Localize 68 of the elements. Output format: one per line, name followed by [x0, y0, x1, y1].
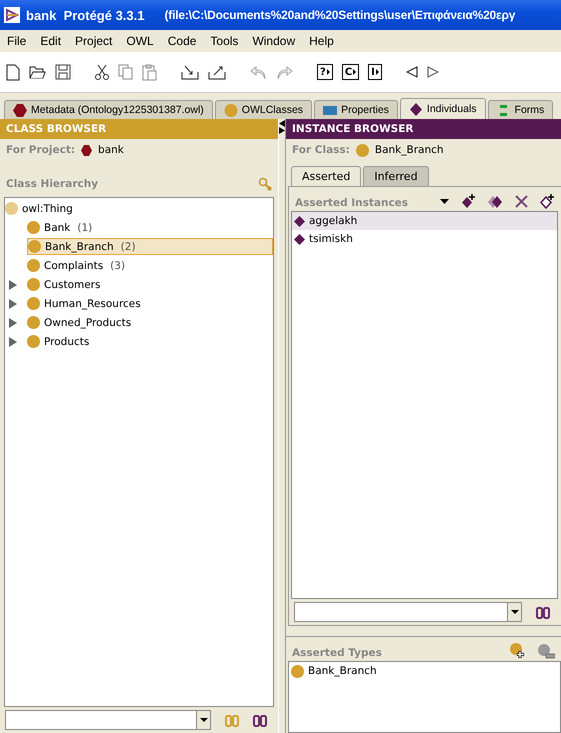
- project-name: bank: [98, 144, 124, 156]
- tree-item[interactable]: owl:Thing: [5, 200, 77, 217]
- window-title: bank Protégé 3.3.1: [26, 8, 144, 22]
- tab[interactable]: Properties: [314, 100, 398, 119]
- collapse-arrows-icon[interactable]: [279, 120, 285, 134]
- import-icon[interactable]: [181, 64, 199, 80]
- expand-arrow-icon[interactable]: [9, 298, 17, 308]
- expand-arrow-icon[interactable]: [9, 280, 17, 290]
- instance-item[interactable]: tsimiskh: [292, 230, 557, 248]
- create-instance-icon[interactable]: [461, 194, 476, 209]
- menu-item[interactable]: Edit: [35, 34, 66, 48]
- query-button[interactable]: ?: [317, 64, 333, 80]
- panel-header: CLASS BROWSER: [0, 119, 278, 139]
- instance-outline-icon[interactable]: [540, 194, 555, 209]
- menu-item[interactable]: Tools: [205, 34, 244, 48]
- app-logo-icon: [4, 7, 20, 23]
- copy-icon[interactable]: [118, 64, 133, 80]
- menu-item[interactable]: File: [2, 34, 32, 48]
- tab[interactable]: Metadata (Ontology1225301387.owl): [4, 100, 213, 119]
- tree-item[interactable]: Bank (1): [27, 219, 96, 236]
- menu-item[interactable]: Project: [70, 34, 118, 48]
- tree-item[interactable]: Human_Resources: [27, 295, 145, 312]
- save-icon[interactable]: [55, 64, 71, 80]
- tree-item[interactable]: Owned_Products: [27, 314, 136, 331]
- field-label: For Project:: [6, 144, 76, 156]
- section-label: Asserted Types: [292, 647, 382, 659]
- class-circle-icon: [356, 144, 369, 156]
- tree-item[interactable]: Bank_Branch (2): [27, 238, 273, 255]
- diamond-icon: [294, 234, 305, 244]
- tab[interactable]: Individuals: [400, 98, 486, 119]
- tree-item[interactable]: Complaints (3): [27, 257, 130, 274]
- tree-item[interactable]: Customers: [27, 276, 104, 293]
- dropdown-arrow-icon[interactable]: [440, 199, 449, 204]
- search-combo-box[interactable]: [5, 710, 211, 730]
- tab[interactable]: Forms: [488, 100, 554, 119]
- delete-icon[interactable]: [515, 195, 528, 208]
- search-combo-box[interactable]: [294, 602, 522, 622]
- query-button[interactable]: I: [368, 64, 382, 80]
- expand-arrow-icon[interactable]: [9, 336, 17, 346]
- menu-item[interactable]: Window: [247, 34, 300, 48]
- tab[interactable]: Inferred: [363, 166, 429, 186]
- tree-item[interactable]: Products: [27, 333, 94, 350]
- diamond-icon: [294, 216, 305, 226]
- instance-item[interactable]: aggelakh: [292, 212, 557, 230]
- tab[interactable]: OWLClasses: [214, 100, 312, 119]
- menu-item[interactable]: OWL: [121, 34, 159, 48]
- panel-header: INSTANCE BROWSER: [286, 119, 561, 139]
- paste-icon[interactable]: [142, 64, 157, 80]
- project-hexagon-icon: [81, 144, 92, 156]
- expand-arrow-icon[interactable]: [9, 318, 17, 328]
- scissors-icon[interactable]: [95, 64, 109, 80]
- open-folder-icon[interactable]: [29, 65, 46, 79]
- class-name: Bank_Branch: [374, 144, 444, 156]
- field-label: For Class:: [292, 144, 350, 156]
- file-path: (file:\C:\Documents%20and%20Settings\user\Επιφάνεια%20εργ: [164, 8, 516, 22]
- duplicate-instance-icon[interactable]: [488, 196, 503, 208]
- query-button[interactable]: C: [342, 64, 360, 80]
- export-icon[interactable]: [208, 64, 226, 80]
- section-label: Asserted Instances: [295, 197, 408, 209]
- menu-item[interactable]: Help: [304, 34, 339, 48]
- tab[interactable]: Asserted: [291, 166, 362, 186]
- new-file-icon[interactable]: [6, 64, 20, 80]
- forward-arrow-icon[interactable]: [426, 66, 439, 78]
- section-label: Class Hierarchy: [6, 178, 98, 190]
- remove-type-icon[interactable]: [538, 644, 555, 658]
- menu-item[interactable]: Code: [162, 34, 202, 48]
- add-type-icon[interactable]: [510, 643, 526, 659]
- back-arrow-icon[interactable]: [406, 66, 418, 78]
